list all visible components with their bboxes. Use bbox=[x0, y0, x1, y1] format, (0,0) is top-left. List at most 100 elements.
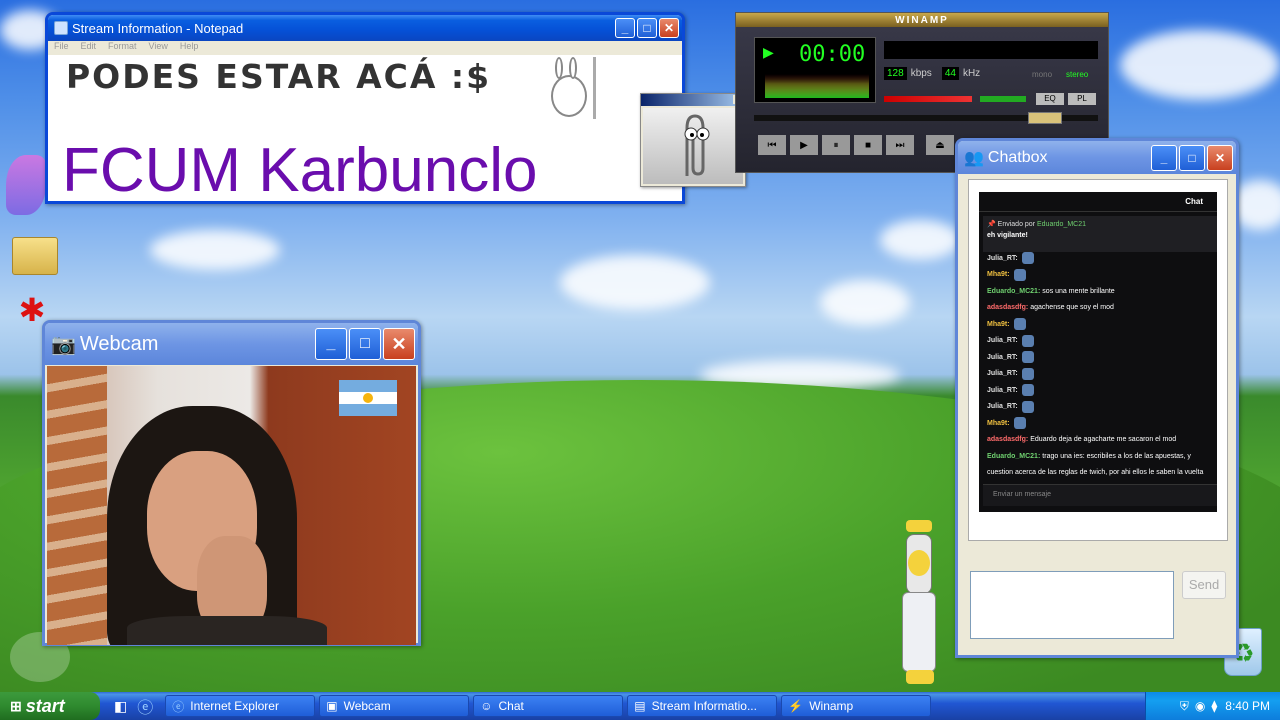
chat-text: agachense que soy el mod bbox=[1030, 304, 1114, 312]
cloud bbox=[880, 220, 960, 260]
show-desktop-icon[interactable]: ◧ bbox=[114, 698, 127, 715]
desktop: { "notepad":{"title":"Stream Information… bbox=[0, 0, 1280, 720]
chatbox-titlebar[interactable]: 👥 Chatbox _ □ ✕ bbox=[958, 141, 1236, 174]
chat-username[interactable]: adasdasdfg: bbox=[987, 436, 1028, 443]
chat-message: Mha9t: bbox=[987, 267, 1209, 284]
notepad-window[interactable]: Stream Information - Notepad _ □ ✕ File … bbox=[45, 12, 685, 205]
twitch-chat-input[interactable]: Enviar un mensaje bbox=[983, 484, 1217, 506]
chat-username[interactable]: Eduardo_MC21: bbox=[987, 288, 1040, 295]
camera-icon: 📷 bbox=[51, 333, 76, 356]
send-button[interactable]: Send bbox=[1182, 571, 1226, 599]
chat-message-input[interactable] bbox=[970, 571, 1174, 639]
winamp-icon: ⚡ bbox=[788, 699, 804, 713]
playlist-button[interactable]: PL bbox=[1068, 93, 1096, 105]
emote-icon bbox=[1021, 400, 1034, 413]
minimize-button[interactable]: _ bbox=[315, 328, 347, 360]
pony-icon[interactable] bbox=[6, 155, 46, 215]
chatbox-window[interactable]: 👥 Chatbox _ □ ✕ Chat 📌 Enviado por Eduar… bbox=[955, 138, 1239, 658]
bitrate-info: 128 kbps 44 kHz bbox=[884, 67, 980, 80]
emote-icon bbox=[1021, 252, 1034, 265]
clock[interactable]: 8:40 PM bbox=[1225, 699, 1270, 713]
chat-username[interactable]: Mha9t: bbox=[987, 271, 1010, 278]
chat-embed-frame: Chat 📌 Enviado por Eduardo_MC21 eh vigil… bbox=[968, 179, 1228, 541]
taskbar-item-chat[interactable]: ☺ Chat bbox=[473, 695, 624, 717]
stereo-indicator: stereo bbox=[1066, 70, 1089, 79]
security-shield-icon[interactable]: ⛨ bbox=[1180, 699, 1189, 714]
person-shirt bbox=[127, 616, 327, 645]
chat-username[interactable]: Eduardo_MC21: bbox=[987, 453, 1040, 460]
chat-header: Chat bbox=[979, 192, 1217, 212]
taskbar-item-webcam[interactable]: ▣ Webcam bbox=[319, 695, 470, 717]
clippy-titlebar[interactable]: ✕ bbox=[641, 94, 745, 106]
minimize-button[interactable]: _ bbox=[615, 18, 635, 38]
webcam-window[interactable]: 📷 Webcam _ □ ✕ bbox=[42, 320, 421, 646]
zip-folder-icon[interactable] bbox=[12, 237, 58, 275]
chat-username[interactable]: Julia_RT: bbox=[987, 337, 1018, 344]
spectrum-analyzer bbox=[765, 74, 869, 98]
emote-icon bbox=[1021, 384, 1034, 397]
seek-bar[interactable] bbox=[754, 112, 1098, 124]
taskbar-item-winamp[interactable]: ⚡ Winamp bbox=[781, 695, 932, 717]
maximize-button[interactable]: □ bbox=[637, 18, 657, 38]
minimize-button[interactable]: _ bbox=[1151, 144, 1177, 171]
previous-button[interactable]: ⏮ bbox=[758, 135, 786, 155]
notepad-text-area[interactable]: PODES ESTAR ACÁ :$ FCUM Karbunclo bbox=[48, 55, 682, 205]
notepad-line-2: FCUM Karbunclo bbox=[62, 136, 538, 205]
webcam-titlebar[interactable]: 📷 Webcam _ □ ✕ bbox=[45, 323, 418, 365]
chat-username[interactable]: Julia_RT: bbox=[987, 354, 1018, 361]
stop-button[interactable]: ■ bbox=[854, 135, 882, 155]
cloud bbox=[560, 255, 710, 310]
taskbar-item-internet-explorer[interactable]: ⓔ Internet Explorer bbox=[165, 695, 316, 717]
menu-help[interactable]: Help bbox=[180, 41, 199, 55]
chat-message: adasdasdfg: agachense que soy el mod bbox=[987, 300, 1209, 317]
close-button[interactable]: ✕ bbox=[659, 18, 679, 38]
emote-icon bbox=[1021, 334, 1034, 347]
notepad-titlebar[interactable]: Stream Information - Notepad _ □ ✕ bbox=[48, 15, 682, 41]
eq-button[interactable]: EQ bbox=[1036, 93, 1064, 105]
menu-edit[interactable]: Edit bbox=[81, 41, 97, 55]
notepad-icon: ▤ bbox=[634, 699, 646, 713]
eject-button[interactable]: ⏏ bbox=[926, 135, 954, 155]
menu-format[interactable]: Format bbox=[108, 41, 137, 55]
chat-username[interactable]: Julia_RT: bbox=[987, 403, 1018, 410]
cloud bbox=[1120, 30, 1280, 100]
menu-file[interactable]: File bbox=[54, 41, 69, 55]
chat-username[interactable]: Mha9t: bbox=[987, 321, 1010, 328]
chat-message: Eduardo_MC21: sos una mente brillante bbox=[987, 283, 1209, 300]
maximize-button[interactable]: □ bbox=[349, 328, 381, 360]
balance-slider[interactable] bbox=[980, 96, 1026, 102]
chat-message: Julia_RT: bbox=[987, 366, 1209, 383]
chat-message: Mha9t: bbox=[987, 316, 1209, 333]
homer-sticker bbox=[896, 520, 942, 686]
maximize-button[interactable]: □ bbox=[1179, 144, 1205, 171]
chat-text: trago una ies: escribiles a los de las a… bbox=[1042, 452, 1191, 460]
taskbar-item-notepad[interactable]: ▤ Stream Informatio... bbox=[627, 695, 778, 717]
chat-message: Julia_RT: bbox=[987, 349, 1209, 366]
volume-icon[interactable]: ◉ bbox=[1195, 699, 1205, 713]
ie-quicklaunch-icon[interactable]: ⓔ bbox=[137, 694, 153, 718]
pin-icon: 📌 bbox=[987, 221, 998, 228]
pause-button[interactable]: ⏸ bbox=[822, 135, 850, 155]
clippy-window[interactable]: ✕ bbox=[640, 93, 746, 187]
chat-username[interactable]: Julia_RT: bbox=[987, 387, 1018, 394]
winamp-titlebar[interactable]: WINAMP bbox=[736, 13, 1108, 27]
close-button[interactable]: ✕ bbox=[383, 328, 415, 360]
chat-message: cuestion acerca de las reglas de twich, … bbox=[987, 465, 1209, 482]
network-icon[interactable]: ⧫ bbox=[1211, 699, 1217, 713]
chat-username[interactable]: Julia_RT: bbox=[987, 370, 1018, 377]
next-button[interactable]: ⏭ bbox=[886, 135, 914, 155]
chat-username[interactable]: adasdasdfg: bbox=[987, 304, 1028, 311]
windows-logo-icon: ⊞ bbox=[10, 697, 22, 714]
chat-username[interactable]: Julia_RT: bbox=[987, 255, 1018, 262]
play-button[interactable]: ▶ bbox=[790, 135, 818, 155]
chat-text: sos una mente brillante bbox=[1042, 287, 1115, 295]
menu-view[interactable]: View bbox=[149, 41, 168, 55]
users-icon: ☺ bbox=[480, 699, 493, 713]
start-button[interactable]: ⊞ start bbox=[0, 692, 100, 720]
chat-username[interactable]: Mha9t: bbox=[987, 420, 1010, 427]
close-button[interactable]: ✕ bbox=[1207, 144, 1233, 171]
emote-icon bbox=[1013, 417, 1026, 430]
chat-message: adasdasdfg: Eduardo deja de agacharte me … bbox=[987, 432, 1209, 449]
volume-slider[interactable] bbox=[884, 96, 972, 102]
bunny-sticker bbox=[543, 57, 598, 119]
